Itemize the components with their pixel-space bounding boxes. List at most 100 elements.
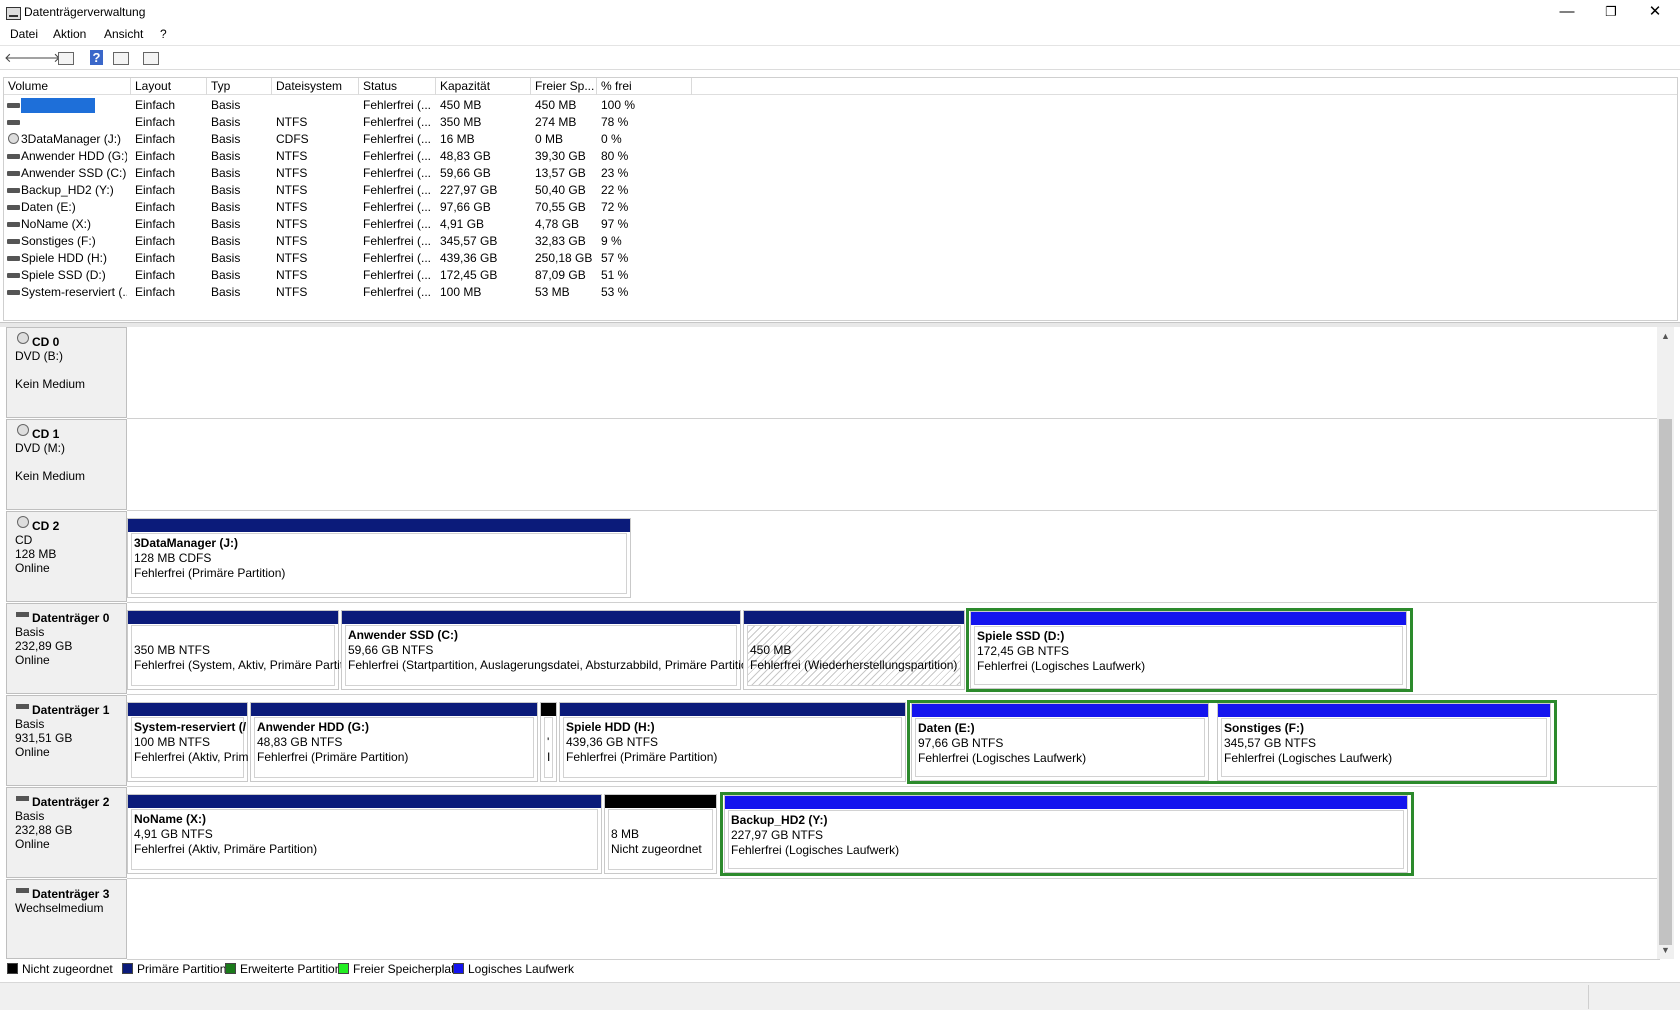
disk-detail: Kein Medium xyxy=(15,377,86,391)
disk-view-scrollbar[interactable]: ▲ ▼ xyxy=(1657,327,1674,959)
cell-typ: Basis xyxy=(211,98,241,112)
table-row[interactable]: Anwender SSD (C:) Einfach Basis NTFS Fehlerf… xyxy=(4,165,704,182)
menu-datei[interactable]: Datei xyxy=(10,27,38,41)
disk-detail: Kein Medium xyxy=(15,469,86,483)
partition[interactable]: 450 MB Fehlerfrei (Wiederherstellungspart… xyxy=(743,610,965,690)
col-layout[interactable]: Layout xyxy=(131,78,207,95)
table-row[interactable]: Einfach Basis NTFS Fehlerfrei (... 350 MB 274… xyxy=(4,114,704,131)
cell-status: Fehlerfrei (... xyxy=(363,285,432,299)
partition[interactable]: Spiele HDD (H:) 439,36 GB NTFS Fehlerfrei … xyxy=(559,702,906,782)
col-kapazitaet[interactable]: Kapazität xyxy=(436,78,531,95)
restore-button[interactable]: ❐ xyxy=(1588,0,1634,26)
cell-free: 32,83 GB xyxy=(535,234,586,248)
table-row[interactable]: System-reserviert (... Einfach Basis NTFS Fe… xyxy=(4,284,704,301)
partition-status: Fehlerfrei (System, Aktiv, Primäre Parti… xyxy=(134,658,353,672)
cell-layout: Einfach xyxy=(135,251,176,265)
partition-text: 450 MB Fehlerfrei (Wiederherstellungspart… xyxy=(750,628,957,673)
partition[interactable]: NoName (X:) 4,91 GB NTFS Fehlerfrei (Aktiv… xyxy=(127,794,602,874)
status-bar xyxy=(0,982,1680,1010)
partition-text: Backup_HD2 (Y:) 227,97 GB NTFS Fehlerfrei … xyxy=(731,813,899,858)
partition-text: Sonstiges (F:) 345,57 GB NTFS Fehlerfrei (… xyxy=(1224,721,1392,766)
disk-label-2[interactable]: CD 2 CD 128 MB Online xyxy=(6,511,127,602)
drive-icon xyxy=(7,188,20,193)
scroll-down-arrow-icon[interactable]: ▼ xyxy=(1659,943,1672,957)
disk-label-1[interactable]: CD 1 DVD (M:) Kein Medium xyxy=(6,419,127,510)
partition[interactable]: Sonstiges (F:) 345,57 GB NTFS Fehlerfrei (… xyxy=(1217,703,1551,781)
help-icon[interactable]: ? xyxy=(90,50,103,65)
menu-ansicht[interactable]: Ansicht xyxy=(104,27,143,41)
col-status[interactable]: Status xyxy=(359,78,436,95)
cell-free: 4,78 GB xyxy=(535,217,580,231)
partition[interactable]: Backup_HD2 (Y:) 227,97 GB NTFS Fehlerfrei … xyxy=(724,795,1408,873)
table-row[interactable]: Daten (E:) Einfach Basis NTFS Fehlerfrei (..… xyxy=(4,199,704,216)
partition[interactable]: Anwender HDD (G:) 48,83 GB NTFS Fehlerfrei… xyxy=(250,702,538,782)
cell-fs: NTFS xyxy=(276,268,308,282)
scroll-up-arrow-icon[interactable]: ▲ xyxy=(1659,329,1672,343)
view-pane-icon[interactable] xyxy=(113,52,129,65)
cell-layout: Einfach xyxy=(135,217,176,231)
partition[interactable]: 8 MB Nicht zugeordnet xyxy=(604,794,717,874)
partition-text: Anwender SSD (C:) 59,66 GB NTFS Fehlerfrei… xyxy=(348,628,758,673)
cell-cap: 350 MB xyxy=(440,115,482,129)
legend: Nicht zugeordnet Primäre Partition Erweite… xyxy=(3,960,1663,978)
col-dateisystem[interactable]: Dateisystem xyxy=(272,78,359,95)
disk-partition-area-1 xyxy=(127,419,1660,511)
partition-title: System-reserviert (/ xyxy=(134,720,247,734)
menu-aktion[interactable]: Aktion xyxy=(53,27,86,41)
close-button[interactable]: ✕ xyxy=(1632,0,1678,26)
disk-label-5[interactable]: Datenträger 2 Basis 232,88 GB Online xyxy=(6,787,127,878)
partition[interactable]: 350 MB NTFS Fehlerfrei (System, Aktiv, Pr… xyxy=(127,610,353,690)
properties-icon[interactable] xyxy=(58,52,74,65)
table-row[interactable]: Einfach Basis Fehlerfrei (... 450 MB 450 MB 1… xyxy=(4,97,704,114)
col-typ[interactable]: Typ xyxy=(207,78,272,95)
cell-typ: Basis xyxy=(211,166,241,180)
disk-label-0[interactable]: CD 0 DVD (B:) Kein Medium xyxy=(6,327,127,418)
col-prozent-frei[interactable]: % frei xyxy=(597,78,692,95)
cell-pct: 72 % xyxy=(601,200,629,214)
cell-layout: Einfach xyxy=(135,285,176,299)
drive-icon xyxy=(16,796,29,801)
disk-label-6[interactable]: Datenträger 3 Wechselmedium xyxy=(6,879,127,959)
table-row[interactable]: Anwender HDD (G:) Einfach Basis NTFS Fehlerf… xyxy=(4,148,704,165)
table-row[interactable]: Spiele SSD (D:) Einfach Basis NTFS Fehlerfre… xyxy=(4,267,704,284)
partition[interactable]: 3DataManager (J:) 128 MB CDFS Fehlerfrei (… xyxy=(127,518,631,598)
table-row[interactable]: Sonstiges (F:) Einfach Basis NTFS Fehlerfrei… xyxy=(4,233,704,250)
cell-typ: Basis xyxy=(211,251,241,265)
back-arrow-icon[interactable]: 🡐 xyxy=(4,49,39,67)
partition[interactable]: Daten (E:) 97,66 GB NTFS Fehlerfrei (Logis… xyxy=(911,703,1209,781)
menu-help[interactable]: ? xyxy=(160,27,167,41)
partition[interactable]: System-reserviert (/100 MB NTFS Fehlerfre… xyxy=(127,702,248,782)
drive-icon xyxy=(7,103,20,108)
col-freier-speicher[interactable]: Freier Sp... xyxy=(531,78,597,95)
drive-icon xyxy=(7,120,20,125)
partition-color-bar xyxy=(1218,704,1550,717)
partition-color-bar xyxy=(128,703,247,716)
partition-color-bar xyxy=(251,703,537,716)
disk-label-3[interactable]: Datenträger 0 Basis 232,89 GB Online xyxy=(6,603,127,694)
table-row[interactable]: Backup_HD2 (Y:) Einfach Basis NTFS Fehlerfre… xyxy=(4,182,704,199)
partition-size: 350 MB NTFS xyxy=(134,643,211,657)
cell-volume: Sonstiges (F:) xyxy=(21,234,96,248)
partition[interactable]: ' I xyxy=(540,702,557,782)
cell-cap: 100 MB xyxy=(440,285,482,299)
col-volume[interactable]: Volume xyxy=(4,78,131,95)
disk-partition-area-0 xyxy=(127,327,1660,419)
drive-icon xyxy=(7,239,20,244)
legend-item: Freier Speicherplatz xyxy=(338,962,460,976)
scrollbar-thumb[interactable] xyxy=(1659,419,1672,945)
table-row[interactable]: 3DataManager (J:) Einfach Basis CDFS Fehlerf… xyxy=(4,131,704,148)
partition-status: Fehlerfrei (Logisches Laufwerk) xyxy=(977,659,1146,673)
minimize-button[interactable]: — xyxy=(1544,0,1590,26)
partition[interactable]: Spiele SSD (D:) 172,45 GB NTFS Fehlerfrei … xyxy=(970,611,1407,689)
console-tree-icon[interactable] xyxy=(143,52,159,65)
table-row[interactable]: NoName (X:) Einfach Basis NTFS Fehlerfrei (.… xyxy=(4,216,704,233)
disk-detail: Basis xyxy=(15,717,45,731)
partition-title: Anwender SSD (C:) xyxy=(348,628,459,642)
disk-label-4[interactable]: Datenträger 1 Basis 931,51 GB Online xyxy=(6,695,127,786)
forward-arrow-icon[interactable]: 🡒 xyxy=(26,49,61,67)
table-row[interactable]: Spiele HDD (H:) Einfach Basis NTFS Fehlerfre… xyxy=(4,250,704,267)
legend-label: Nicht zugeordnet xyxy=(22,962,113,976)
disk-partition-area-5: NoName (X:) 4,91 GB NTFS Fehlerfrei (Aktiv… xyxy=(127,787,1660,879)
partition[interactable]: Anwender SSD (C:) 59,66 GB NTFS Fehlerfrei… xyxy=(341,610,758,690)
partition-size: 59,66 GB NTFS xyxy=(348,643,434,657)
